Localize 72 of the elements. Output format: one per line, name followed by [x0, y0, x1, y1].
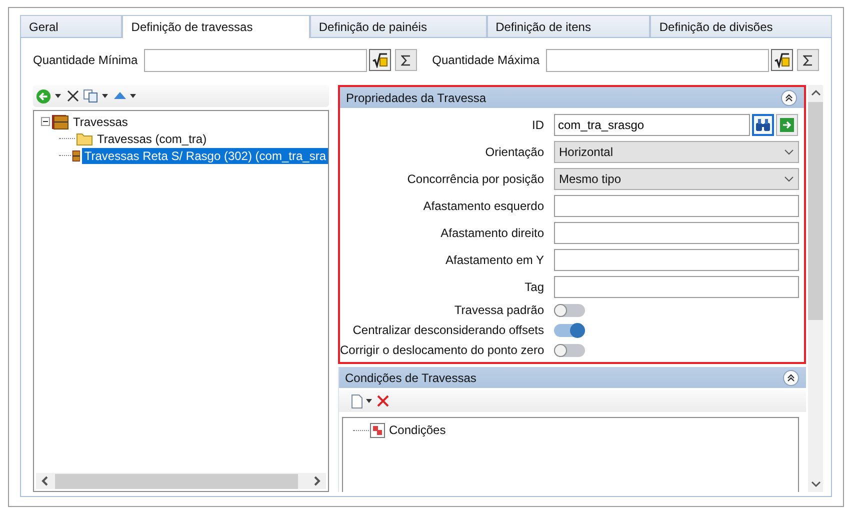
input-field[interactable]: [144, 48, 368, 72]
field-label: Concorrência por posição: [406, 172, 545, 186]
field-label: Orientação: [484, 144, 545, 158]
scroll-right-icon[interactable]: [313, 476, 321, 486]
collapse-button[interactable]: [783, 370, 799, 386]
scroll-down-icon[interactable]: [810, 481, 820, 488]
sum-button[interactable]: [797, 49, 819, 71]
formula-button[interactable]: [771, 49, 793, 71]
stacked-bars-icon: [51, 114, 69, 130]
dropdown[interactable]: Mesmo tipo: [554, 168, 799, 190]
go-button[interactable]: [776, 114, 798, 136]
close-icon[interactable]: [67, 90, 79, 102]
tree-item[interactable]: Travessas (com_tra): [95, 130, 209, 146]
vertical-scrollbar[interactable]: [808, 85, 823, 492]
tab[interactable]: Definição de itens: [486, 15, 650, 37]
field-label: Afastamento em Y: [444, 252, 545, 266]
input-field[interactable]: [554, 194, 799, 216]
tab[interactable]: Definição de painéis: [310, 15, 487, 37]
collapse-button[interactable]: [781, 90, 797, 106]
sigma-icon: [401, 54, 412, 66]
bar-icon: [72, 148, 80, 164]
right-arrow-icon: [780, 118, 794, 132]
tree-item[interactable]: Condições: [387, 422, 448, 438]
dropdown[interactable]: Horizontal: [554, 140, 799, 162]
field-label: ID: [531, 118, 545, 132]
section-title: Condições de Travessas: [345, 370, 476, 384]
toggle-switch[interactable]: [554, 344, 585, 356]
double-chevron-icon: [787, 374, 795, 382]
field-label: Corrigir o deslocamento do ponto zero: [340, 343, 546, 357]
toggle-switch[interactable]: [554, 304, 585, 316]
field-label: Afastamento direito: [440, 226, 545, 240]
input-field[interactable]: [554, 248, 799, 270]
sigma-icon: [803, 54, 813, 66]
tree-item[interactable]: Travessas: [71, 114, 130, 130]
caret-icon[interactable]: [130, 94, 136, 98]
binoculars-icon: [755, 118, 771, 132]
caret-icon[interactable]: [102, 94, 108, 98]
field-label: Travessa padrão: [453, 303, 545, 317]
double-chevron-icon: [785, 94, 793, 102]
formula-button[interactable]: [369, 49, 392, 71]
square-root-icon: [774, 52, 790, 68]
chevron-icon: [784, 148, 794, 154]
caret-icon[interactable]: [366, 399, 372, 403]
binoculars-button[interactable]: [752, 114, 774, 136]
sum-button[interactable]: [395, 49, 418, 71]
input-field[interactable]: [546, 48, 769, 72]
tab[interactable]: Definição de divisões: [650, 15, 832, 37]
collapse-icon[interactable]: [41, 117, 50, 126]
field-label: Quantidade Máxima: [432, 53, 541, 67]
field-label: Afastamento esquerdo: [422, 198, 545, 212]
up-arrow-icon[interactable]: [114, 92, 126, 100]
toggle-switch[interactable]: [554, 324, 585, 336]
input-field[interactable]: [554, 222, 799, 244]
chevron-icon: [784, 176, 794, 182]
tab[interactable]: Definição de travessas: [122, 15, 310, 38]
field-label: Tag: [524, 280, 545, 294]
scroll-up-icon[interactable]: [810, 89, 820, 96]
section-title: Propriedades da Travessa: [346, 90, 486, 104]
field-label: Quantidade Mínima: [33, 53, 139, 67]
input-field[interactable]: com_tra_srasgo: [554, 114, 750, 136]
input-field[interactable]: [554, 276, 799, 298]
copy-icon[interactable]: [83, 89, 98, 103]
scroll-left-icon[interactable]: [41, 476, 49, 486]
conditions-icon: [370, 422, 385, 438]
field-label: Centralizar desconsiderando offsets: [352, 323, 545, 337]
delete-icon[interactable]: [377, 395, 389, 407]
tree-item[interactable]: Travessas Reta S/ Rasgo (302) (com_tra_sra: [82, 148, 328, 164]
caret-icon[interactable]: [55, 94, 61, 98]
horizontal-scrollbar[interactable]: [36, 473, 326, 489]
folder-icon: [76, 132, 93, 146]
square-root-icon: [372, 52, 388, 68]
tab[interactable]: Geral: [20, 15, 122, 37]
